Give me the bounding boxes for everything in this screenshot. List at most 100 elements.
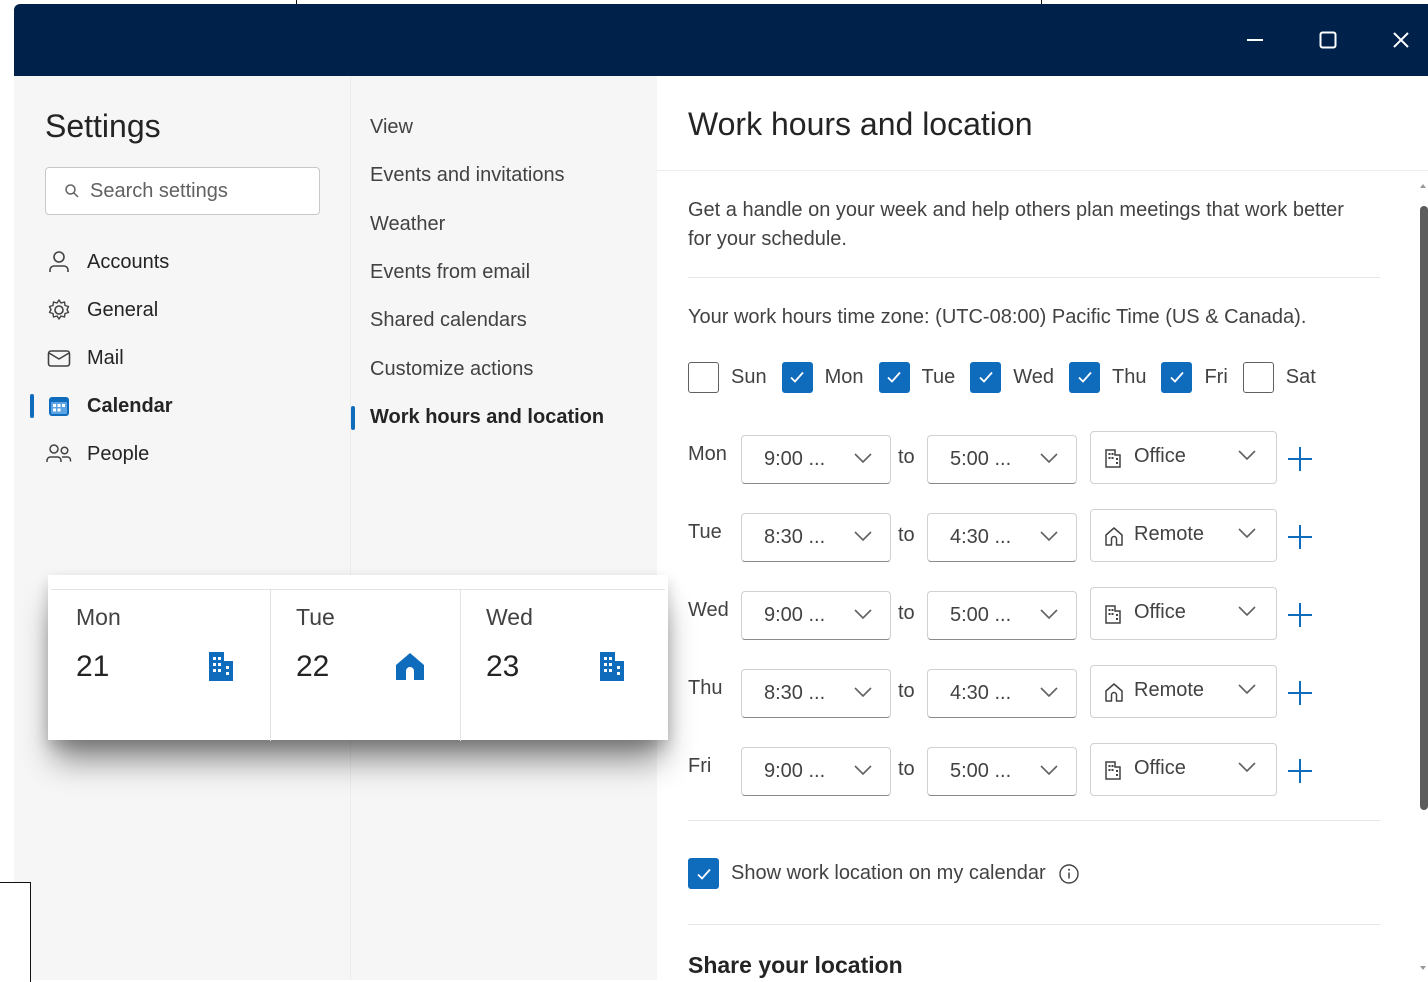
row-day-label: Mon [688,443,727,465]
minimize-button[interactable] [1241,26,1269,54]
show-location-checkbox[interactable] [688,858,719,889]
to-label: to [898,524,915,546]
submenu-item-view[interactable]: View [370,112,413,142]
location-value: Remote [1134,523,1205,545]
share-location-heading: Share your location [688,952,903,978]
add-hours-button[interactable] [1285,756,1315,786]
location-dropdown[interactable]: Office [1090,431,1277,484]
divider [688,277,1380,278]
preview-day-mon: Mon 21 [51,590,271,741]
checkbox[interactable] [970,361,1002,393]
preview-day-wed: Wed 23 [461,590,665,741]
settings-title: Settings [45,108,161,144]
scroll-up-icon[interactable] [1420,184,1426,188]
sidebar-item-calendar[interactable]: Calendar [45,386,335,426]
day-checkbox-mon[interactable]: Mon [781,361,864,393]
plus-icon [1288,681,1312,705]
page-title: Work hours and location [688,106,1033,142]
day-checkbox-wed[interactable]: Wed [970,361,1054,393]
to-label: to [898,680,915,702]
checkmark-icon [696,868,711,880]
maximize-button[interactable] [1314,26,1342,54]
sidebar-item-mail[interactable]: Mail [45,338,335,378]
close-button[interactable] [1387,26,1415,54]
end-time-value: 4:30 ... [950,682,1012,704]
sidebar-item-accounts[interactable]: Accounts [45,242,335,282]
submenu-item-events-from-email[interactable]: Events from email [370,257,530,287]
day-checkbox-sun[interactable]: Sun [688,361,767,393]
checkbox[interactable] [688,361,719,393]
show-location-option[interactable]: Show work location on my calendar [688,858,1080,889]
start-time-dropdown[interactable]: 9:00 ... [741,591,891,640]
background-window-edge [0,882,31,982]
sidebar-item-people[interactable]: People [45,434,335,474]
chevron-down-icon [1238,606,1256,617]
submenu-item-shared-calendars[interactable]: Shared calendars [370,305,527,335]
checkbox[interactable] [1161,361,1193,393]
divider [688,820,1380,821]
hours-row-fri: Fri 9:00 ... to 5:00 ... Office [688,743,1348,799]
hours-row-wed: Wed 9:00 ... to 5:00 ... Office [688,587,1348,643]
end-time-dropdown[interactable]: 5:00 ... [927,747,1077,796]
checkbox[interactable] [1242,361,1274,393]
home-icon [396,653,424,680]
chevron-down-icon [1238,528,1256,539]
day-checkbox-tue[interactable]: Tue [878,361,956,393]
chevron-down-icon [1040,453,1058,464]
checkbox[interactable] [1069,361,1100,393]
calendar-submenu: View Events and invitations Weather Even… [350,76,657,980]
location-dropdown[interactable]: Office [1090,743,1277,796]
add-hours-button[interactable] [1285,678,1315,708]
day-label: Thu [1112,365,1147,388]
to-label: to [898,758,915,780]
scroll-down-icon[interactable] [1420,966,1426,970]
add-hours-button[interactable] [1285,522,1315,552]
end-time-dropdown[interactable]: 5:00 ... [927,435,1077,484]
checkbox[interactable] [878,361,910,393]
location-dropdown[interactable]: Remote [1090,509,1277,562]
end-time-dropdown[interactable]: 4:30 ... [927,513,1077,562]
add-hours-button[interactable] [1285,444,1315,474]
search-input[interactable] [90,179,310,203]
submenu-item-events-invitations[interactable]: Events and invitations [370,160,565,190]
preview-date: 23 [486,650,520,683]
location-dropdown[interactable]: Remote [1090,665,1277,718]
checkmark-icon [1077,371,1092,383]
end-time-dropdown[interactable]: 5:00 ... [927,591,1077,640]
plus-icon [1288,447,1312,471]
day-label: Tue [921,365,956,388]
info-icon[interactable] [1058,863,1080,885]
to-label: to [898,602,915,624]
start-time-dropdown[interactable]: 8:30 ... [741,513,891,562]
location-value: Remote [1134,679,1205,701]
location-value: Office [1134,445,1186,467]
start-time-dropdown[interactable]: 9:00 ... [741,747,891,796]
submenu-item-weather[interactable]: Weather [370,209,445,239]
hours-row-mon: Mon 9:00 ... to 5:00 ... Office [688,431,1348,487]
building-icon [1105,605,1121,624]
end-time-value: 4:30 ... [950,526,1012,548]
day-checkbox-fri[interactable]: Fri [1161,361,1228,393]
building-icon [1105,449,1121,468]
gear-icon [45,296,73,324]
end-time-dropdown[interactable]: 4:30 ... [927,669,1077,718]
checkbox[interactable] [781,361,813,393]
day-checkbox-thu[interactable]: Thu [1069,361,1147,393]
sidebar-item-label: Accounts [87,250,170,273]
day-checkbox-sat[interactable]: Sat [1242,361,1316,393]
checkmark-icon [1170,371,1184,383]
sidebar-item-label: Mail [87,346,124,369]
location-dropdown[interactable]: Office [1090,587,1277,640]
sidebar-item-label: People [87,442,150,465]
submenu-item-work-hours[interactable]: Work hours and location [370,402,604,432]
start-time-dropdown[interactable]: 9:00 ... [741,435,891,484]
row-day-label: Tue [688,521,722,543]
search-settings-box[interactable] [45,167,320,215]
home-icon [1105,527,1123,546]
add-hours-button[interactable] [1285,600,1315,630]
sidebar-item-general[interactable]: General [45,290,335,330]
scrollbar-thumb[interactable] [1420,206,1428,810]
start-time-dropdown[interactable]: 8:30 ... [741,669,891,718]
submenu-item-customize-actions[interactable]: Customize actions [370,354,533,384]
chevron-down-icon [1040,687,1058,698]
